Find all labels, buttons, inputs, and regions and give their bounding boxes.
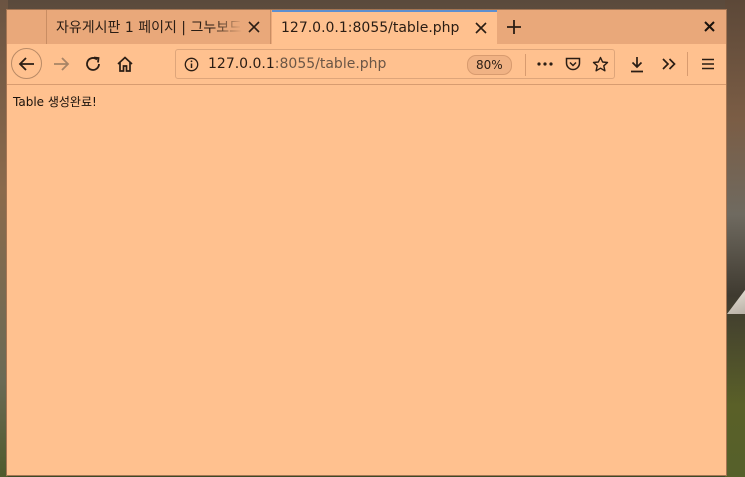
- back-button[interactable]: [11, 48, 42, 79]
- url-host: 127.0.0.1: [208, 56, 275, 72]
- forward-button[interactable]: [47, 50, 75, 78]
- bookmark-star-button[interactable]: [587, 51, 613, 77]
- download-icon: [631, 56, 643, 72]
- close-icon: [703, 20, 715, 32]
- browser-window: 자유게시판 1 페이지 | 그누보드 127.0.0.1:8055/table.…: [7, 10, 726, 475]
- address-bar[interactable]: 127.0.0.1:8055/table.php 80%: [175, 49, 615, 79]
- url-text[interactable]: 127.0.0.1:8055/table.php: [206, 56, 386, 72]
- url-path: :8055/table.php: [274, 56, 387, 72]
- table-created-message: Table 생성완료!: [13, 95, 97, 109]
- tab-strip: 자유게시판 1 페이지 | 그누보드 127.0.0.1:8055/table.…: [7, 10, 726, 44]
- window-close-button[interactable]: [698, 15, 720, 37]
- plus-icon: [507, 20, 521, 34]
- downloads-button[interactable]: [623, 50, 651, 78]
- close-icon[interactable]: [469, 16, 493, 40]
- pocket-button[interactable]: [560, 51, 586, 77]
- tab-free-board[interactable]: 자유게시판 1 페이지 | 그누보드: [47, 10, 271, 44]
- tab-title: 127.0.0.1:8055/table.php: [281, 20, 460, 36]
- info-icon[interactable]: [176, 50, 206, 78]
- reload-button[interactable]: [79, 50, 107, 78]
- home-icon: [117, 56, 133, 72]
- page-content: Table 생성완료!: [7, 85, 726, 475]
- overflow-menu-button[interactable]: [655, 50, 683, 78]
- home-button[interactable]: [111, 50, 139, 78]
- more-horizontal-icon: [537, 62, 553, 66]
- arrow-left-icon: [18, 56, 34, 71]
- zoom-level-badge[interactable]: 80%: [467, 55, 512, 75]
- pocket-icon: [565, 57, 581, 70]
- page-actions-button[interactable]: [532, 51, 558, 77]
- close-icon[interactable]: [242, 15, 266, 39]
- chevron-double-right-icon: [662, 58, 676, 70]
- tab-table-php[interactable]: 127.0.0.1:8055/table.php: [272, 10, 497, 44]
- arrow-right-icon: [54, 57, 70, 71]
- hamburger-menu-icon: [702, 58, 714, 70]
- toolbar-divider: [687, 52, 688, 76]
- desktop-wallpaper-right: [725, 0, 745, 477]
- new-tab-button[interactable]: [501, 14, 527, 40]
- address-bar-divider: [525, 54, 526, 76]
- tab-strip-spacer: [7, 10, 47, 44]
- tab-title: 자유게시판 1 페이지 | 그누보드: [56, 20, 242, 36]
- reload-icon: [86, 56, 100, 71]
- main-menu-button[interactable]: [694, 50, 722, 78]
- star-icon: [592, 56, 608, 71]
- navigation-toolbar: 127.0.0.1:8055/table.php 80%: [7, 44, 726, 85]
